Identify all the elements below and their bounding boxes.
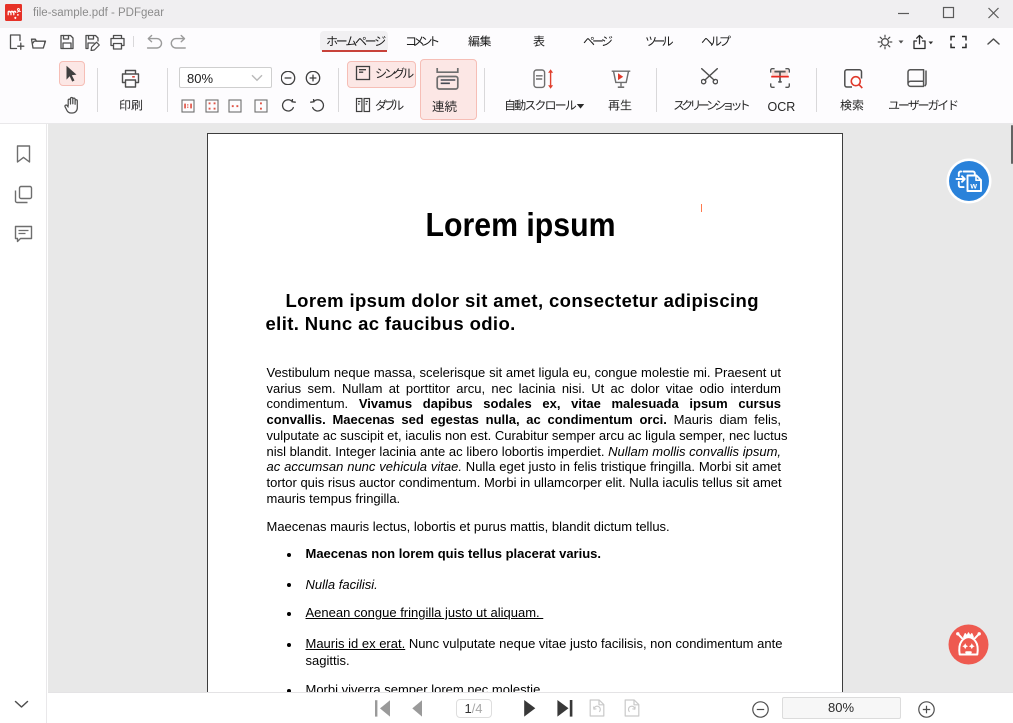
svg-text:w: w [969,181,977,191]
